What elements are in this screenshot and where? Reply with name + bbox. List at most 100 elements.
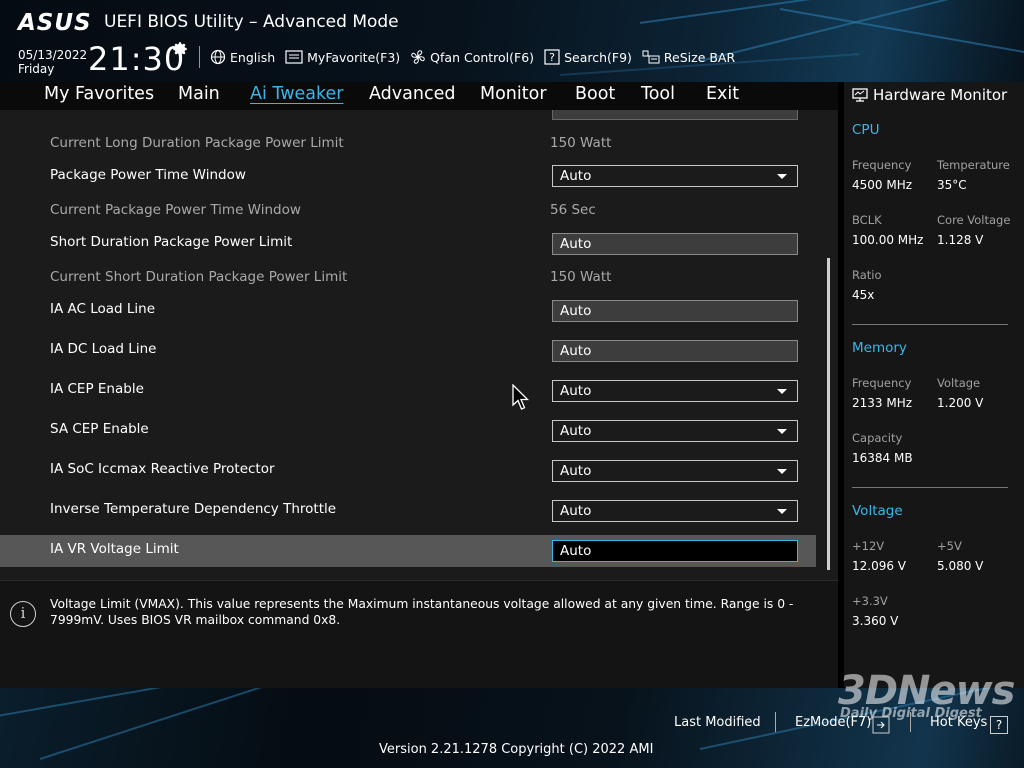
tab-boot[interactable]: Boot: [575, 84, 615, 104]
setting-label: Current Package Power Time Window: [50, 202, 301, 218]
toolbar-divider: [199, 46, 200, 68]
search-help-icon: ?: [544, 49, 560, 65]
app-title: UEFI BIOS Utility – Advanced Mode: [104, 12, 399, 32]
info-icon: i: [10, 601, 36, 627]
section-divider: [852, 324, 1008, 325]
setting-value: 150 Watt: [550, 135, 612, 151]
setting-label: SA CEP Enable: [50, 421, 149, 437]
myfavorite-label: MyFavorite(F3): [307, 49, 401, 65]
setting-label: Current Short Duration Package Power Lim…: [50, 269, 348, 285]
main-menu-tabs: My Favorites Main Ai Tweaker Advanced Mo…: [0, 82, 838, 110]
last-modified-button[interactable]: Last Modified: [674, 715, 761, 730]
tab-tool[interactable]: Tool: [641, 84, 675, 104]
cpu-temperature-value: 35°C: [937, 178, 967, 192]
setting-textbox[interactable]: Auto: [552, 340, 798, 362]
setting-value: 56 Sec: [550, 202, 596, 218]
setting-label: Current Long Duration Package Power Limi…: [50, 135, 344, 151]
help-text: Voltage Limit (VMAX). This value represe…: [50, 597, 794, 627]
setting-dropdown[interactable]: Auto: [552, 420, 798, 442]
resize-bar-button[interactable]: ReSize BAR: [642, 49, 735, 65]
monitor-icon: [852, 88, 868, 102]
v5-label: +5V: [937, 539, 962, 553]
voltage-header: Voltage: [852, 503, 903, 519]
dropdown-value: Auto: [560, 463, 592, 479]
setting-dropdown[interactable]: Auto: [552, 165, 798, 187]
scrollbar[interactable]: [827, 258, 830, 570]
vr-voltage-limit-input[interactable]: Auto: [552, 540, 798, 562]
asus-logo: ASUS: [18, 10, 92, 36]
v33-value: 3.360 V: [852, 614, 899, 628]
memory-voltage-label: Voltage: [937, 376, 981, 390]
gear-icon[interactable]: [171, 40, 189, 58]
search-button[interactable]: ? Search(F9): [544, 49, 632, 65]
v5-value: 5.080 V: [937, 559, 984, 573]
cpu-temperature-label: Temperature: [937, 158, 1010, 172]
v12-value: 12.096 V: [852, 559, 907, 573]
memory-frequency-value: 2133 MHz: [852, 396, 913, 410]
setting-dropdown[interactable]: Auto: [552, 500, 798, 522]
chevron-down-icon: [777, 174, 787, 179]
dropdown-value: Auto: [560, 423, 592, 439]
v12-label: +12V: [852, 539, 885, 553]
qfan-control-label: Qfan Control(F6): [430, 49, 535, 65]
cpu-frequency-label: Frequency: [852, 158, 912, 172]
capacity-label: Capacity: [852, 431, 903, 445]
tab-monitor[interactable]: Monitor: [480, 84, 547, 104]
toolbar: English MyFavorite(F3) Qfan Control(F6) …: [210, 46, 745, 68]
memory-frequency-label: Frequency: [852, 376, 912, 390]
chevron-down-icon: [777, 509, 787, 514]
footer-divider: [775, 712, 776, 732]
dropdown-value: Auto: [560, 503, 592, 519]
memory-header: Memory: [852, 340, 907, 356]
fan-icon: [411, 50, 425, 64]
ratio-value: 45x: [852, 288, 875, 302]
cpu-header: CPU: [852, 122, 880, 138]
core-voltage-label: Core Voltage: [937, 213, 1011, 227]
resize-bar-label: ReSize BAR: [663, 49, 736, 65]
day-text: Friday: [18, 62, 55, 76]
setting-textbox[interactable]: Auto: [552, 233, 798, 255]
tab-advanced[interactable]: Advanced: [369, 84, 455, 104]
setting-value: 150 Watt: [550, 269, 612, 285]
setting-label: IA VR Voltage Limit: [50, 541, 179, 557]
setting-label: Package Power Time Window: [50, 167, 246, 183]
section-divider: [852, 487, 1008, 488]
hardware-monitor-panel: Hardware Monitor CPU Frequency 4500 MHz …: [838, 82, 1024, 688]
chevron-down-icon: [777, 429, 787, 434]
language-label: English: [230, 49, 276, 65]
setting-label: IA AC Load Line: [50, 301, 156, 317]
language-button[interactable]: English: [210, 49, 275, 65]
scrolled-off-field: [552, 110, 798, 120]
bclk-value: 100.00 MHz: [852, 233, 924, 247]
tab-main[interactable]: Main: [178, 84, 220, 104]
setting-dropdown[interactable]: Auto: [552, 380, 798, 402]
hardware-monitor-title: Hardware Monitor: [852, 86, 1007, 104]
globe-icon: [210, 49, 226, 65]
svg-text:?: ?: [549, 51, 555, 64]
cpu-frequency-value: 4500 MHz: [852, 178, 913, 192]
bclk-label: BCLK: [852, 213, 882, 227]
tab-exit[interactable]: Exit: [706, 84, 739, 104]
setting-label: IA DC Load Line: [50, 341, 157, 357]
settings-panel: Current Long Duration Package Power Limi…: [0, 110, 838, 580]
setting-row-selected[interactable]: IA VR Voltage Limit Auto: [0, 535, 816, 567]
search-label: Search(F9): [564, 49, 632, 65]
dropdown-value: Auto: [560, 168, 592, 184]
top-header: ASUS UEFI BIOS Utility – Advanced Mode 0…: [0, 0, 1024, 82]
setting-label: IA CEP Enable: [50, 381, 144, 397]
myfavorite-button[interactable]: MyFavorite(F3): [285, 50, 400, 65]
setting-label: IA SoC Iccmax Reactive Protector: [50, 461, 275, 477]
capacity-value: 16384 MB: [852, 451, 913, 465]
tab-ai-tweaker[interactable]: Ai Tweaker: [250, 84, 343, 104]
setting-label: Short Duration Package Power Limit: [50, 234, 293, 250]
watermark-tagline: Daily Digital Digest: [840, 706, 982, 721]
version-text: Version 2.21.1278 Copyright (C) 2022 AMI: [379, 742, 654, 757]
qfan-control-button[interactable]: Qfan Control(F6): [410, 49, 534, 65]
favorite-icon: [285, 50, 303, 64]
setting-textbox[interactable]: Auto: [552, 300, 798, 322]
tab-my-favorites[interactable]: My Favorites: [44, 84, 154, 104]
chevron-down-icon: [777, 389, 787, 394]
memory-voltage-value: 1.200 V: [937, 396, 984, 410]
setting-dropdown[interactable]: Auto: [552, 460, 798, 482]
hardware-monitor-label: Hardware Monitor: [873, 86, 1008, 104]
